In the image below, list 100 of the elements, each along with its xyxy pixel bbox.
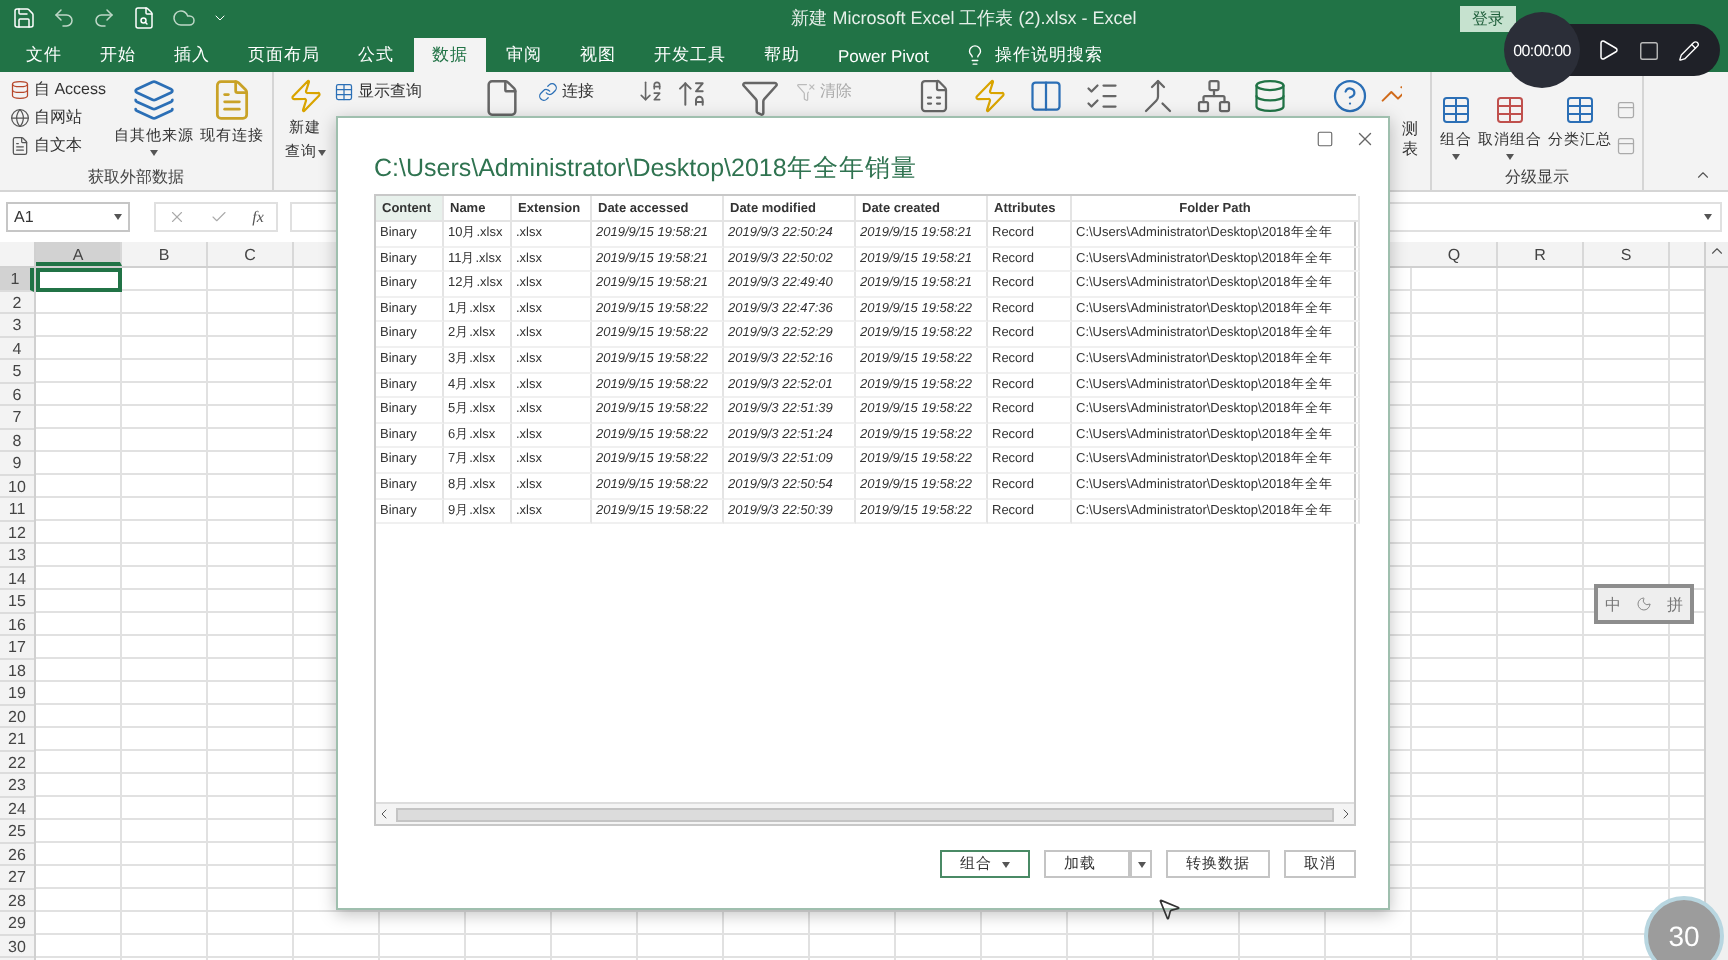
row-header[interactable]: 18 (0, 659, 34, 682)
undo-icon[interactable] (52, 6, 76, 30)
ribbon-button[interactable]: 自文本 (6, 132, 111, 158)
input-method-bar[interactable]: 中 拼 (1594, 584, 1694, 624)
row-header[interactable]: 15 (0, 590, 34, 613)
question-icon[interactable] (1332, 78, 1369, 114)
grid-icon (1440, 94, 1473, 126)
merge-icon[interactable] (1140, 78, 1177, 114)
ribbon-tab[interactable]: 开发工具 (636, 38, 744, 72)
checklist-icon[interactable] (1084, 78, 1121, 114)
dialog-title: C:\Users\Administrator\Desktop\2018年全年销量 (374, 152, 917, 186)
stop-icon[interactable] (1638, 39, 1660, 61)
row-header[interactable]: 17 (0, 636, 34, 659)
row-header[interactable]: 27 (0, 866, 34, 889)
name-box[interactable]: A1 (6, 202, 130, 232)
row-header[interactable]: 12 (0, 521, 34, 544)
column-header[interactable]: A (36, 242, 122, 266)
scroll-right-icon[interactable] (1338, 806, 1354, 822)
ribbon-tab[interactable]: 视图 (562, 38, 634, 72)
row-header[interactable]: 29 (0, 912, 34, 935)
document-icon[interactable] (482, 78, 523, 118)
row-header[interactable]: 5 (0, 360, 34, 383)
customize-icon[interactable] (212, 10, 228, 26)
clear-filter-icon (796, 81, 817, 101)
row-header[interactable]: 9 (0, 452, 34, 475)
row-header[interactable]: 4 (0, 337, 34, 360)
collapse-ribbon-icon[interactable] (1694, 166, 1712, 184)
row-header[interactable]: 13 (0, 544, 34, 567)
lightning-icon (287, 78, 324, 114)
sort-icon[interactable] (676, 78, 709, 110)
ribbon-tab[interactable]: 公式 (340, 38, 412, 72)
cloud-icon[interactable] (172, 6, 196, 30)
ribbon-tab[interactable]: 开始 (82, 38, 154, 72)
group-label: 获取外部数据 (88, 166, 184, 190)
row-header[interactable]: 19 (0, 682, 34, 705)
play-icon[interactable] (1596, 38, 1620, 62)
layers-icon (132, 78, 177, 122)
selected-cell[interactable] (36, 268, 122, 292)
sort-icon[interactable] (638, 78, 665, 104)
row-header[interactable]: 23 (0, 774, 34, 797)
row-header[interactable]: 24 (0, 797, 34, 820)
scroll-thumb[interactable] (396, 807, 1334, 821)
scroll-bar[interactable] (1704, 268, 1728, 960)
caret-icon (114, 214, 122, 220)
lightbulb-icon (964, 44, 987, 66)
row-header[interactable]: 22 (0, 751, 34, 774)
ribbon-button[interactable]: 显示查询 (330, 78, 427, 104)
row-header[interactable]: 26 (0, 843, 34, 866)
pen-icon[interactable] (1678, 39, 1700, 61)
maximize-icon[interactable] (1316, 130, 1334, 148)
row-header[interactable]: 8 (0, 429, 34, 452)
ribbon-tab[interactable]: 帮助 (746, 38, 818, 72)
database-icon (10, 79, 30, 99)
row-header[interactable]: 3 (0, 314, 34, 337)
row-header[interactable]: 11 (0, 498, 34, 521)
ribbon-tab[interactable]: 数据 (414, 38, 486, 72)
row-header[interactable]: 28 (0, 889, 34, 912)
save-icon[interactable] (12, 6, 36, 30)
print-preview-icon[interactable] (132, 6, 156, 30)
column-header[interactable]: R (1498, 242, 1584, 266)
insert-function-button[interactable]: fx (252, 208, 264, 226)
filter-icon[interactable] (740, 78, 781, 118)
window-title: 新建 Microsoft Excel 工作表 (2).xlsx - Excel (791, 5, 1137, 31)
row-header[interactable]: 25 (0, 820, 34, 843)
table-icon (334, 81, 355, 101)
row-header[interactable]: 1 (0, 268, 34, 291)
ribbon-tab[interactable]: Power Pivot (820, 38, 947, 72)
scroll-up-icon[interactable] (1708, 242, 1726, 260)
redo-icon[interactable] (92, 6, 116, 30)
row-header[interactable]: 21 (0, 728, 34, 751)
row-header[interactable]: 20 (0, 705, 34, 728)
ribbon-tab[interactable]: 文件 (8, 38, 80, 72)
ribbon-button[interactable]: 连接 (534, 78, 599, 104)
mouse-pointer-icon (1156, 896, 1182, 922)
ribbon-tab[interactable]: 插入 (156, 38, 228, 72)
row-header[interactable]: 6 (0, 383, 34, 406)
column-header[interactable]: C (208, 242, 294, 266)
relationship-icon[interactable] (1196, 78, 1233, 114)
ribbon-tab[interactable]: 页面布局 (230, 38, 338, 72)
row-header[interactable]: 16 (0, 613, 34, 636)
link-icon (538, 81, 559, 101)
row-header[interactable]: 14 (0, 567, 34, 590)
ribbon-tab[interactable]: 审阅 (488, 38, 560, 72)
dropdown-button[interactable] (1130, 850, 1152, 878)
close-icon[interactable] (1354, 128, 1376, 150)
tell-me-search[interactable]: 操作说明搜索 (994, 43, 1103, 67)
columns-icon[interactable] (1028, 78, 1065, 114)
ribbon-button[interactable]: 自 Access (6, 76, 111, 102)
row-header[interactable]: 2 (0, 291, 34, 314)
scroll-left-icon[interactable] (376, 806, 392, 822)
sign-in-button[interactable]: 登录 (1460, 5, 1516, 31)
row-header[interactable]: 30 (0, 935, 34, 958)
column-header[interactable]: B (122, 242, 208, 266)
row-header[interactable]: 10 (0, 475, 34, 498)
row-header[interactable]: 7 (0, 406, 34, 429)
ribbon-button[interactable]: 自网站 (6, 104, 111, 130)
column-header[interactable]: Q (1412, 242, 1498, 266)
database-icon[interactable] (1252, 78, 1289, 114)
column-header[interactable]: S (1584, 242, 1670, 266)
spreadsheet-icon[interactable] (916, 78, 953, 114)
